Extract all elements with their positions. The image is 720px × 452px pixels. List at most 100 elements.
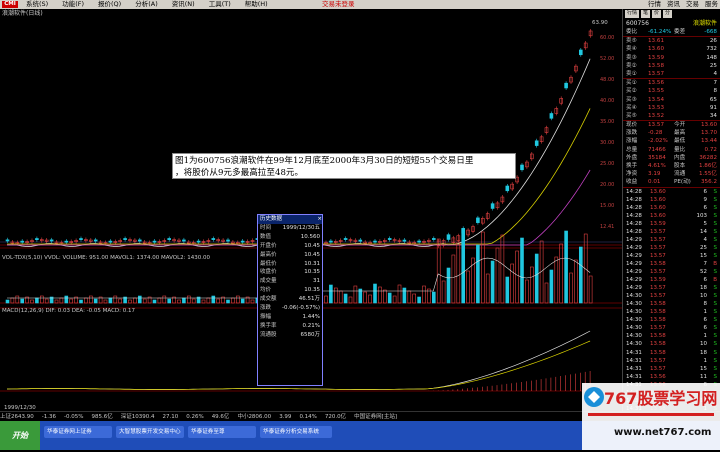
buy-order-row[interactable]: 买① 13.56 7 [623, 79, 720, 87]
volume-bar [549, 269, 554, 304]
order-price: 13.57 [648, 70, 665, 77]
buy-order-row[interactable]: 买④ 13.53 91 [623, 104, 720, 112]
tool-minute[interactable]: 分 [663, 10, 673, 18]
volume-bar [510, 263, 515, 304]
order-level: 买④ [626, 104, 637, 111]
annotation-line-2: ，将股价从9元多最高拉至48元。 [175, 168, 304, 178]
close-icon[interactable]: × [317, 215, 322, 224]
diff-value: -668 [704, 29, 717, 35]
menu-news[interactable]: 资讯(N) [172, 0, 195, 9]
popup-value: 6580万 [300, 331, 321, 338]
stat-label: 涨幅 [626, 138, 638, 145]
tick-side: S [713, 244, 718, 251]
status-item: 3.99 [279, 414, 292, 420]
buy-order-row[interactable]: 买② 13.55 8 [623, 87, 720, 95]
stat-row: 涨幅 -2.02% 最低 13.44 [623, 137, 720, 145]
menu-analysis[interactable]: 分析(A) [135, 0, 158, 9]
menu-help[interactable]: 帮助(H) [245, 0, 268, 9]
candle-body [534, 140, 539, 146]
tool-quote[interactable]: 行情 [625, 10, 640, 18]
tick-time: 14:31 [626, 373, 642, 380]
volume-bar [505, 276, 510, 304]
panel-tools: 行情 笔 价 分 [623, 9, 720, 19]
sell-order-row[interactable]: 卖④ 13.60 732 [623, 45, 720, 53]
menu-right-quote[interactable]: 行情 [648, 0, 661, 9]
volume-bar [431, 291, 436, 304]
status-item: 中小2806.00 [237, 414, 272, 420]
popup-key: 成交额 [260, 296, 277, 303]
status-item: -1.36 [41, 414, 56, 420]
popup-value: 1999/12/30五 [282, 225, 320, 231]
candle-body [123, 238, 127, 240]
popup-row: 数值 10.560 [258, 233, 322, 242]
volume-bar [231, 297, 235, 304]
tick-time: 14:30 [626, 333, 642, 340]
tick-price: 13.57 [650, 285, 666, 292]
diff-label: 委差 [674, 29, 686, 35]
sell-order-row[interactable]: 卖① 13.57 4 [623, 70, 720, 78]
status-item: 985.6亿 [91, 414, 113, 420]
buy-order-row[interactable]: 买⑤ 13.52 34 [623, 112, 720, 120]
tick-volume: 9 [703, 196, 708, 203]
candle-body [476, 217, 480, 223]
stat-row: 净资 3.19 流通 1.55亿 [623, 170, 720, 178]
buy-order-row[interactable]: 买③ 13.54 65 [623, 96, 720, 104]
order-price: 13.54 [648, 96, 665, 103]
candle-body [226, 239, 230, 242]
stat-label: 换手 [626, 163, 638, 169]
status-item: -0.05% [63, 414, 84, 420]
start-button[interactable]: 开始 [0, 421, 40, 450]
price-axis-label: 12.41 [600, 224, 614, 230]
menu-function[interactable]: 功能(F) [62, 0, 84, 9]
indicator-vol-label: VOL-TDX(5,10) VVOL: VOLUME: 951.00 MAVOL… [2, 255, 211, 261]
tick-time: 14:29 [626, 269, 642, 276]
menu-right-trade[interactable]: 交易 [686, 0, 699, 9]
price-axis-label: 25.00 [600, 161, 614, 167]
stat-value: 356.2 [700, 179, 717, 186]
sell-order-row[interactable]: 卖② 13.58 25 [623, 62, 720, 70]
tick-row: 14:29 13.59 6 B [623, 276, 720, 284]
task-button-2[interactable]: 大智慧股票开发交易中心 [116, 426, 184, 438]
status-item: 上证2643.90 [0, 414, 34, 420]
task-button-3[interactable]: 华泰证券至尊 [188, 426, 256, 438]
tool-tick[interactable]: 笔 [641, 10, 651, 18]
popup-key: 成交量 [260, 278, 277, 285]
tick-side: S [713, 236, 718, 243]
price-axis-label: 40.00 [600, 98, 614, 104]
tool-price[interactable]: 价 [652, 10, 662, 18]
stat-label: 外盘 [626, 154, 638, 161]
menu-tools[interactable]: 工具(T) [209, 0, 231, 9]
volume-bar [422, 285, 426, 304]
menu-right-service[interactable]: 服务 [705, 0, 718, 9]
task-button-4[interactable]: 华泰证券分析交易系统 [260, 426, 332, 438]
login-status[interactable]: 交易未登录 [322, 0, 355, 9]
volume-bar [329, 284, 333, 304]
tick-price: 13.58 [650, 260, 666, 267]
volume-bar [515, 250, 519, 304]
popup-row: 开盘价 10.45 [258, 242, 322, 251]
volume-bar [485, 273, 490, 304]
task-button-1[interactable]: 华泰证券网上证券 [44, 426, 112, 438]
tick-time: 14:30 [626, 301, 642, 308]
volume-bar [534, 253, 539, 304]
tick-row: 14:29 13.57 52 S [623, 268, 720, 276]
tick-list: 14:28 13.60 6 S 14:28 13.60 9 S 14:28 13.60 6 S 14:2… [623, 186, 720, 413]
status-item: 中国证券网[主站] [354, 414, 397, 420]
menu-right-news[interactable]: 资讯 [667, 0, 680, 9]
tick-volume: 1 [703, 357, 708, 364]
order-level: 卖① [626, 70, 637, 77]
tick-time: 14:31 [626, 357, 642, 364]
volume-bar [89, 295, 93, 304]
volume-bar [201, 299, 206, 304]
tick-side: S [713, 373, 718, 380]
tick-price: 13.58 [650, 317, 666, 324]
menu-system[interactable]: 系统(S) [26, 0, 48, 9]
candle-body [79, 238, 83, 240]
annotation-line-1: 图1为600756浪潮软件在99年12月底至2000年3月30日的短短55个交易… [175, 156, 474, 166]
stat-value: 35184 [648, 154, 666, 161]
tick-row: 14:28 13.60 6 S [623, 188, 720, 196]
menu-quote[interactable]: 报价(Q) [98, 0, 121, 9]
popup-row: 收盘价 10.35 [258, 268, 322, 277]
sell-order-row[interactable]: 卖③ 13.59 148 [623, 54, 720, 62]
sell-order-row[interactable]: 卖⑤ 13.61 26 [623, 37, 720, 45]
